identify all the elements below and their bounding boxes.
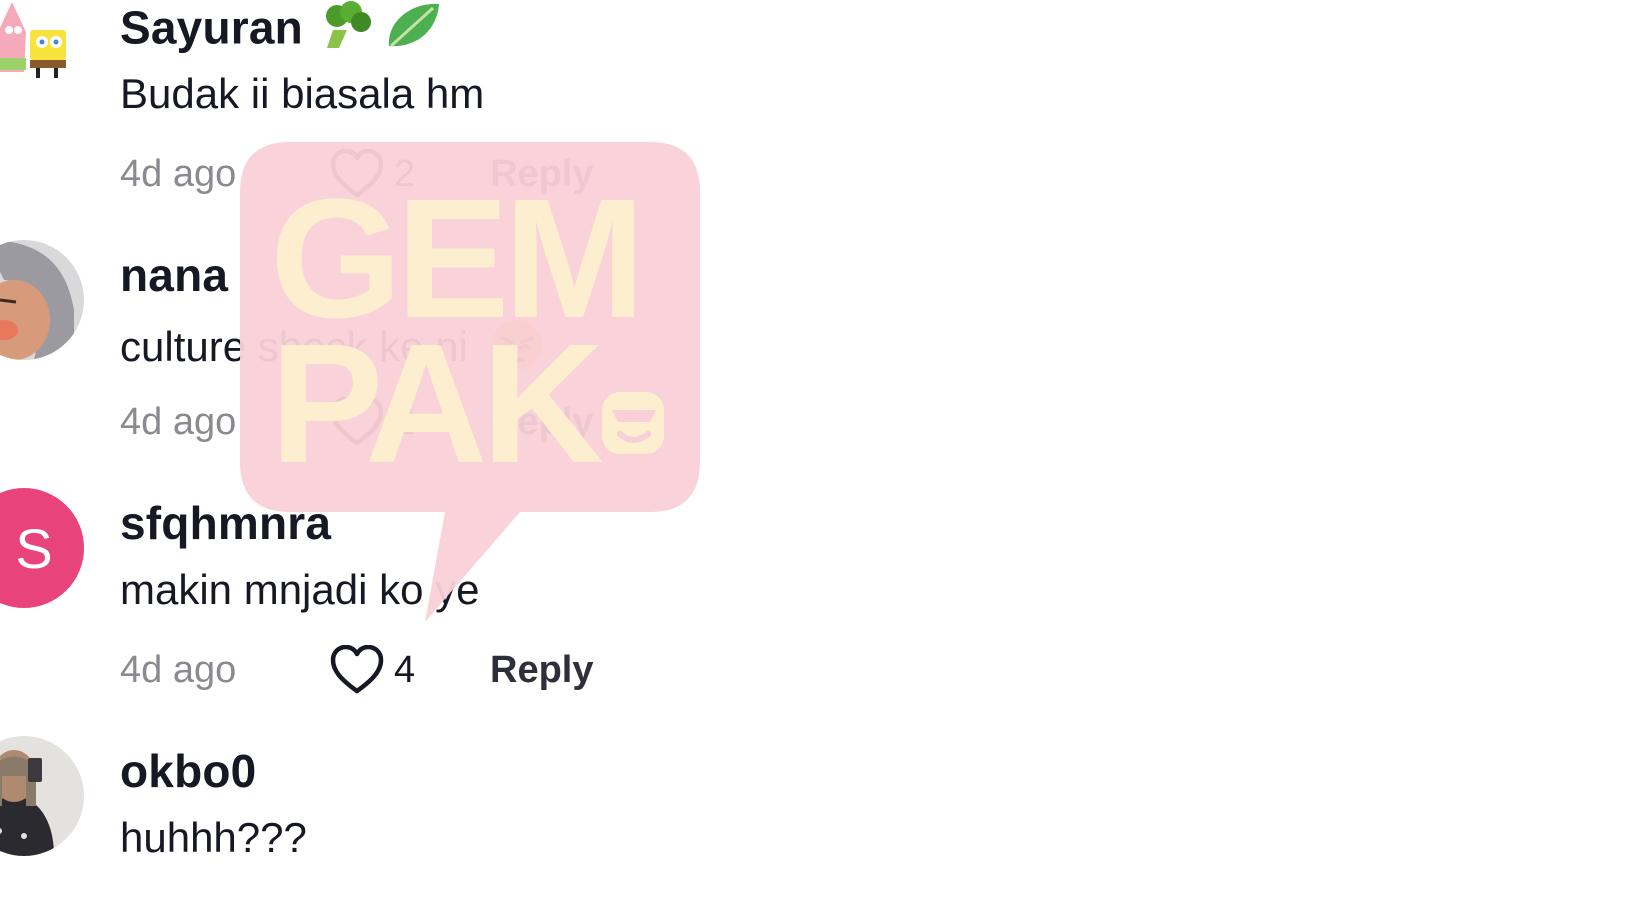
like-button[interactable]: 4 bbox=[330, 645, 490, 695]
patrick-spongebob-avatar-icon bbox=[0, 0, 84, 112]
avatar[interactable] bbox=[0, 240, 84, 360]
like-button[interactable]: 2 bbox=[330, 149, 490, 199]
comment-time: 4d ago bbox=[120, 648, 237, 691]
comment-username[interactable]: Sayuran bbox=[120, 0, 445, 63]
comment-time: 4d ago bbox=[120, 152, 237, 195]
comment-username[interactable]: sfqhmnra bbox=[120, 496, 331, 550]
like-button[interactable]: 2 bbox=[330, 397, 490, 447]
comment-meta: 4d ago 2 Reply bbox=[120, 392, 593, 452]
reply-button[interactable]: Reply bbox=[490, 649, 593, 692]
comment-username[interactable]: okbo0 bbox=[120, 744, 256, 798]
comment-meta: 4d ago 2 Reply bbox=[120, 144, 593, 204]
avatar[interactable]: S bbox=[0, 488, 84, 608]
reply-button[interactable]: Reply bbox=[490, 401, 593, 444]
heart-icon bbox=[330, 397, 384, 446]
comment-time: 4d ago bbox=[120, 400, 237, 443]
photo-avatar-icon bbox=[0, 240, 84, 360]
avatar[interactable] bbox=[0, 736, 84, 856]
comment-text: huhhh??? bbox=[120, 814, 307, 861]
avatar[interactable] bbox=[0, 0, 84, 112]
photo-avatar-icon bbox=[0, 736, 84, 856]
broccoli-leafy-green-icon bbox=[317, 0, 445, 63]
comment-text: Budak ii biasala hm bbox=[120, 70, 485, 117]
weary-face-icon bbox=[490, 318, 544, 382]
comments-panel: Sayuran Budak ii biasala hm 4d ago 2 Rep… bbox=[0, 0, 1640, 924]
like-count: 4 bbox=[394, 648, 416, 691]
comment-meta: 4d ago 4 Reply bbox=[120, 640, 593, 700]
username-text: Sayuran bbox=[120, 1, 303, 54]
reply-button[interactable]: Reply bbox=[490, 153, 593, 196]
comment-text: makin mnjadi ko ye bbox=[120, 566, 480, 613]
like-count: 2 bbox=[394, 152, 416, 195]
comment-text: culture shock ke ni bbox=[120, 318, 544, 382]
like-count: 2 bbox=[394, 400, 416, 443]
comment-username[interactable]: nana bbox=[120, 248, 228, 302]
heart-icon bbox=[330, 149, 384, 198]
avatar-letter: S bbox=[15, 516, 53, 580]
comment-text-content: culture shock ke ni bbox=[120, 323, 468, 371]
heart-icon bbox=[330, 645, 384, 694]
